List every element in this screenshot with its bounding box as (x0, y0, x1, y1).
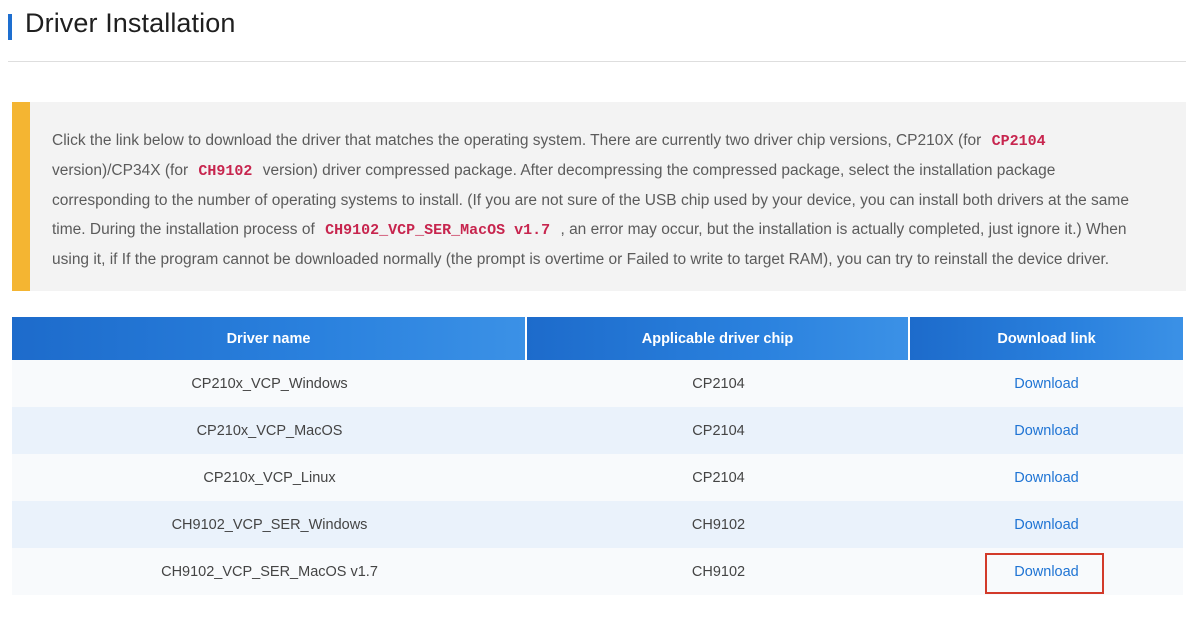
driver-chip-cell: CP2104 (527, 407, 910, 454)
driver-name-cell: CH9102_VCP_SER_MacOS v1.7 (12, 548, 527, 595)
code-ch9102: CH9102 (198, 163, 253, 180)
header-driver-name: Driver name (12, 317, 527, 360)
driver-name-cell: CP210x_VCP_Linux (12, 454, 527, 501)
table-row: CP210x_VCP_Linux CP2104 Download (12, 454, 1183, 501)
driver-chip-cell: CH9102 (527, 548, 910, 595)
download-link-cp210x-macos[interactable]: Download (1014, 423, 1079, 439)
driver-chip-cell: CH9102 (527, 501, 910, 548)
notice-text: Click the link below to download the dri… (52, 126, 1152, 274)
table-row: CH9102_VCP_SER_MacOS v1.7 CH9102 Downloa… (12, 548, 1183, 595)
notice-box: Click the link below to download the dri… (12, 102, 1186, 291)
download-cell: Download (910, 501, 1183, 548)
table-row: CP210x_VCP_MacOS CP2104 Download (12, 407, 1183, 454)
driver-chip-cell: CP2104 (527, 454, 910, 501)
heading-accent-bar (8, 14, 12, 40)
page: Driver Installation Click the link below… (0, 0, 1200, 621)
download-cell: Download (910, 360, 1183, 407)
notice-text-part-2: version)/CP34X (for (52, 162, 189, 179)
page-title: Driver Installation (25, 7, 236, 38)
driver-name-cell: CP210x_VCP_Windows (12, 360, 527, 407)
download-link-cp210x-windows[interactable]: Download (1014, 376, 1079, 392)
download-cell: Download (910, 548, 1183, 595)
table-header-row: Driver name Applicable driver chip Downl… (12, 317, 1183, 360)
driver-name-cell: CP210x_VCP_MacOS (12, 407, 527, 454)
page-heading: Driver Installation (8, 3, 235, 43)
download-link-ch9102-macos[interactable]: Download (1014, 564, 1079, 580)
download-cell: Download (910, 454, 1183, 501)
download-link-ch9102-windows[interactable]: Download (1014, 517, 1079, 533)
table-row: CP210x_VCP_Windows CP2104 Download (12, 360, 1183, 407)
header-driver-chip: Applicable driver chip (527, 317, 910, 360)
code-ch9102-macos: CH9102_VCP_SER_MacOS v1.7 (325, 222, 551, 239)
code-cp2104: CP2104 (991, 133, 1046, 150)
download-cell: Download (910, 407, 1183, 454)
download-link-cp210x-linux[interactable]: Download (1014, 470, 1079, 486)
driver-name-cell: CH9102_VCP_SER_Windows (12, 501, 527, 548)
notice-text-part-1: Click the link below to download the dri… (52, 132, 982, 149)
header-download-link: Download link (910, 317, 1183, 360)
heading-divider (8, 61, 1186, 62)
driver-chip-cell: CP2104 (527, 360, 910, 407)
notice-accent-bar (12, 102, 30, 291)
table-row: CH9102_VCP_SER_Windows CH9102 Download (12, 501, 1183, 548)
driver-table: Driver name Applicable driver chip Downl… (12, 317, 1183, 595)
